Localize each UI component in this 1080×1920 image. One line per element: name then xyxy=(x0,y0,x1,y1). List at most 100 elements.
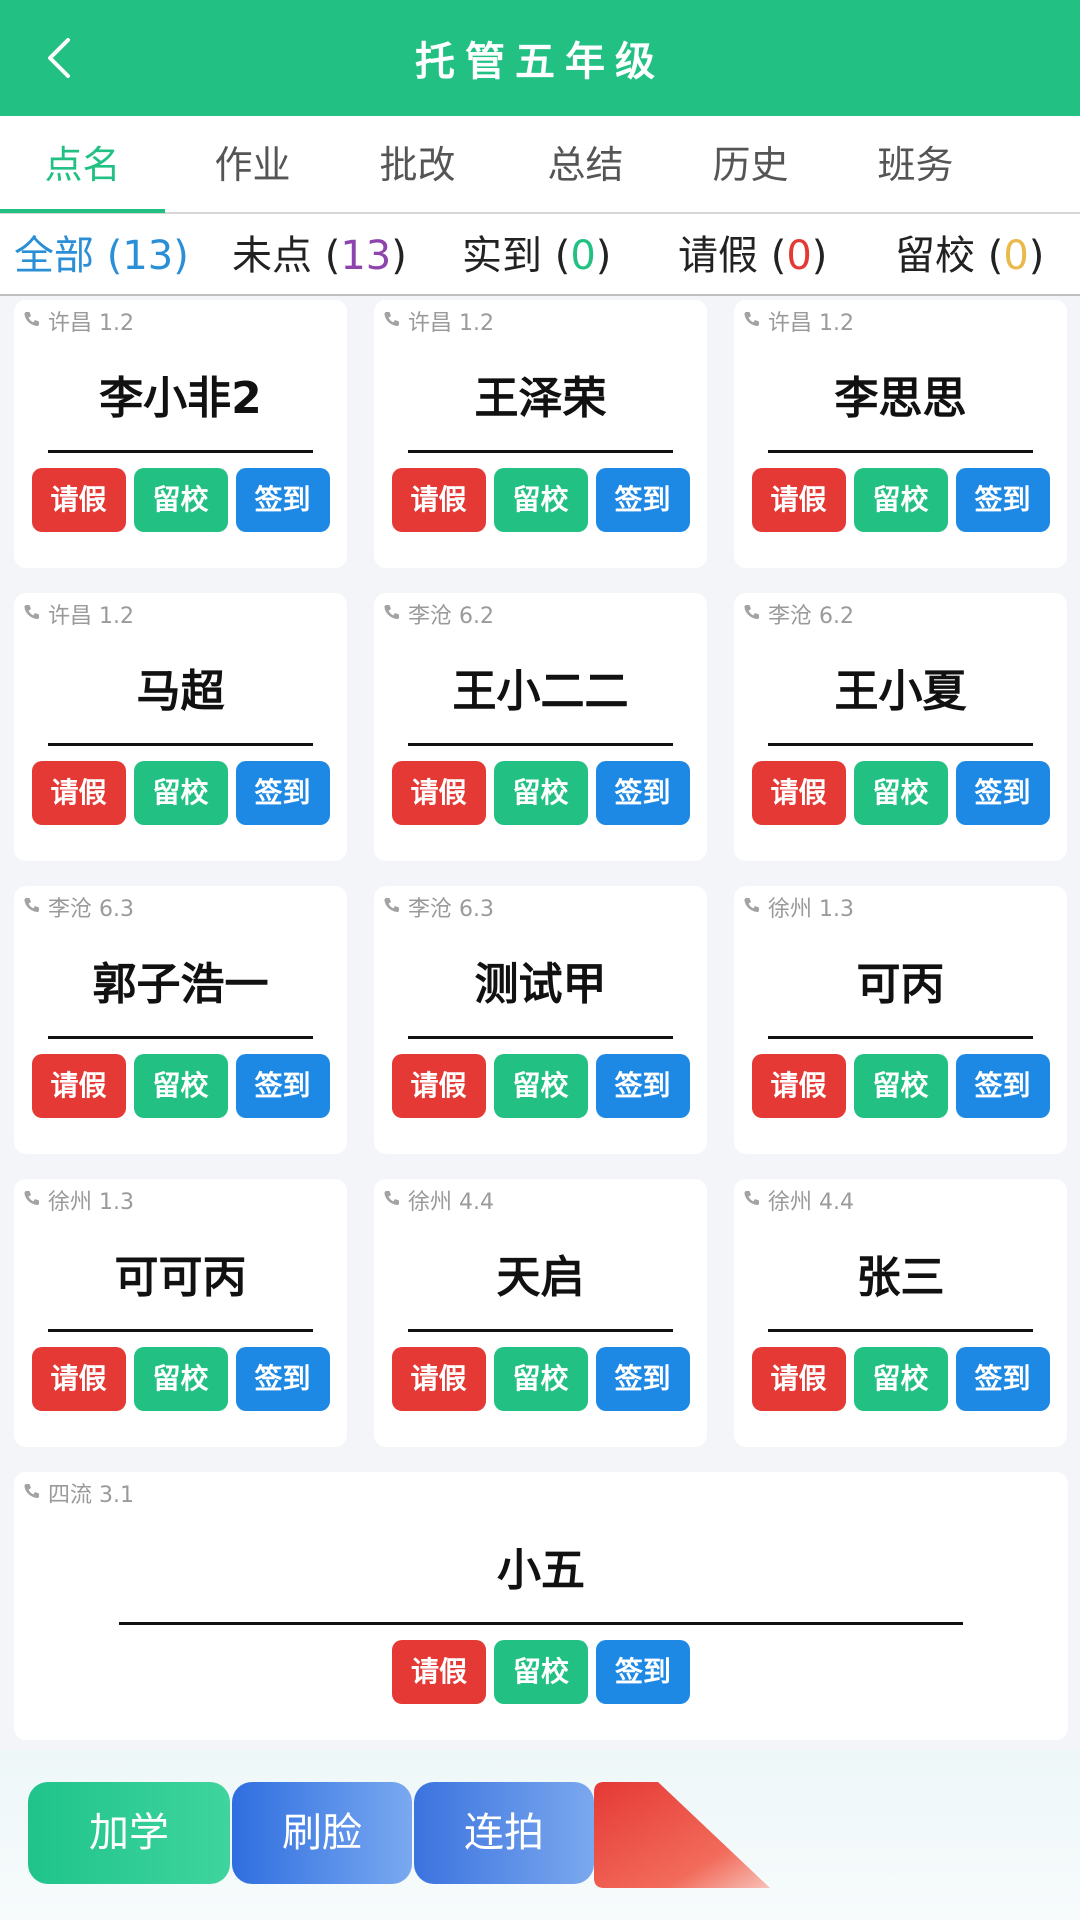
filter-all[interactable]: 全部 (13) xyxy=(14,214,189,294)
leave-button[interactable]: 请假 xyxy=(392,1640,486,1704)
leave-button[interactable]: 请假 xyxy=(31,1054,126,1118)
stay-button[interactable]: 留校 xyxy=(853,761,948,825)
student-name: 马超 xyxy=(136,666,225,717)
action-buttons: 请假 留校 签到 xyxy=(374,1347,707,1411)
action-buttons: 请假 留校 签到 xyxy=(734,1054,1067,1118)
phone-contact[interactable]: 李沧 6.2 xyxy=(740,599,854,629)
sign-in-button[interactable]: 签到 xyxy=(595,1347,690,1411)
sign-in-button[interactable]: 签到 xyxy=(955,761,1050,825)
student-card: 许昌 1.2 李思思 请假 留校 签到 xyxy=(734,300,1067,568)
tab-summary[interactable]: 总结 xyxy=(503,116,668,212)
phone-icon xyxy=(24,1484,39,1499)
phone-contact[interactable]: 四流 3.1 xyxy=(20,1478,134,1508)
sign-in-button[interactable]: 签到 xyxy=(596,1640,690,1704)
stay-button[interactable]: 留校 xyxy=(494,1640,588,1704)
leave-button[interactable]: 请假 xyxy=(751,468,846,532)
action-buttons: 请假 留校 签到 xyxy=(734,761,1067,825)
tab-history[interactable]: 历史 xyxy=(668,116,833,212)
student-location: 许昌 1.2 xyxy=(768,311,854,336)
stay-button[interactable]: 留校 xyxy=(133,761,228,825)
sign-in-button[interactable]: 签到 xyxy=(955,1347,1050,1411)
action-buttons: 请假 留校 签到 xyxy=(14,1054,347,1118)
phone-icon xyxy=(24,898,39,913)
tab-class-affairs[interactable]: 班务 xyxy=(833,116,998,212)
leave-button[interactable]: 请假 xyxy=(391,761,486,825)
leave-button[interactable]: 请假 xyxy=(31,761,126,825)
student-name: 可丙 xyxy=(856,959,945,1010)
leave-button[interactable]: 请假 xyxy=(751,1347,846,1411)
student-name: 郭子浩一 xyxy=(92,959,269,1010)
leave-button[interactable]: 请假 xyxy=(391,1054,486,1118)
phone-icon xyxy=(384,605,399,620)
student-name: 天启 xyxy=(496,1252,585,1303)
red-action-button[interactable] xyxy=(594,1778,794,1890)
filter-leave[interactable]: 请假 (0) xyxy=(678,214,827,294)
phone-contact[interactable]: 李沧 6.3 xyxy=(380,892,494,922)
sign-in-button[interactable]: 签到 xyxy=(235,468,330,532)
phone-contact[interactable]: 许昌 1.2 xyxy=(740,306,854,336)
sign-in-button[interactable]: 签到 xyxy=(235,1347,330,1411)
stay-button[interactable]: 留校 xyxy=(493,761,588,825)
filter-present[interactable]: 实到 (0) xyxy=(462,214,611,294)
phone-contact[interactable]: 徐州 4.4 xyxy=(740,1185,854,1215)
sign-in-button[interactable]: 签到 xyxy=(595,1054,690,1118)
student-card: 李沧 6.2 王小夏 请假 留校 签到 xyxy=(734,593,1067,861)
sign-in-button[interactable]: 签到 xyxy=(955,1054,1050,1118)
stay-button[interactable]: 留校 xyxy=(853,1347,948,1411)
tab-grading[interactable]: 批改 xyxy=(335,116,500,212)
student-location: 徐州 4.4 xyxy=(408,1190,494,1215)
student-location: 许昌 1.2 xyxy=(48,311,134,336)
phone-contact[interactable]: 徐州 1.3 xyxy=(740,892,854,922)
phone-contact[interactable]: 徐州 1.3 xyxy=(20,1185,134,1215)
divider xyxy=(408,450,673,453)
leave-button[interactable]: 请假 xyxy=(31,468,126,532)
phone-contact[interactable]: 李沧 6.2 xyxy=(380,599,494,629)
active-tab-indicator xyxy=(0,209,165,213)
divider xyxy=(119,1622,963,1625)
student-card: 徐州 1.3 可丙 请假 留校 签到 xyxy=(734,886,1067,1154)
stay-button[interactable]: 留校 xyxy=(493,468,588,532)
action-buttons: 请假 留校 签到 xyxy=(734,1347,1067,1411)
stay-button[interactable]: 留校 xyxy=(133,1054,228,1118)
sign-in-button[interactable]: 签到 xyxy=(595,761,690,825)
phone-contact[interactable]: 许昌 1.2 xyxy=(20,306,134,336)
phone-contact[interactable]: 许昌 1.2 xyxy=(20,599,134,629)
sign-in-button[interactable]: 签到 xyxy=(955,468,1050,532)
filter-stay[interactable]: 留校 (0) xyxy=(895,214,1044,294)
sign-in-button[interactable]: 签到 xyxy=(235,761,330,825)
student-name: 张三 xyxy=(856,1252,945,1303)
filter-count: 0 xyxy=(570,233,596,279)
sign-in-button[interactable]: 签到 xyxy=(595,468,690,532)
filter-unmarked[interactable]: 未点 (13) xyxy=(232,214,407,294)
status-filter-bar: 全部 (13) 未点 (13) 实到 (0) 请假 (0) 留校 (0) xyxy=(0,214,1080,296)
student-card: 许昌 1.2 王泽荣 请假 留校 签到 xyxy=(374,300,707,568)
tab-homework[interactable]: 作业 xyxy=(170,116,335,212)
stay-button[interactable]: 留校 xyxy=(853,468,948,532)
divider xyxy=(768,1036,1033,1039)
stay-button[interactable]: 留校 xyxy=(493,1054,588,1118)
divider xyxy=(48,1036,313,1039)
leave-button[interactable]: 请假 xyxy=(751,761,846,825)
sign-in-button[interactable]: 签到 xyxy=(235,1054,330,1118)
action-buttons: 请假 留校 签到 xyxy=(374,761,707,825)
tab-rollcall[interactable]: 点名 xyxy=(0,116,165,212)
student-card: 李沧 6.3 测试甲 请假 留校 签到 xyxy=(374,886,707,1154)
action-buttons: 请假 留校 签到 xyxy=(14,1640,1068,1704)
phone-icon xyxy=(24,605,39,620)
leave-button[interactable]: 请假 xyxy=(391,468,486,532)
phone-contact[interactable]: 徐州 4.4 xyxy=(380,1185,494,1215)
stay-button[interactable]: 留校 xyxy=(133,1347,228,1411)
phone-contact[interactable]: 李沧 6.3 xyxy=(20,892,134,922)
stay-button[interactable]: 留校 xyxy=(133,468,228,532)
face-scan-button[interactable]: 刷脸 xyxy=(232,1782,412,1884)
leave-button[interactable]: 请假 xyxy=(391,1347,486,1411)
add-student-button[interactable]: 加学 xyxy=(28,1782,230,1884)
leave-button[interactable]: 请假 xyxy=(751,1054,846,1118)
stay-button[interactable]: 留校 xyxy=(853,1054,948,1118)
leave-button[interactable]: 请假 xyxy=(31,1347,126,1411)
student-location: 徐州 1.3 xyxy=(48,1190,134,1215)
stay-button[interactable]: 留校 xyxy=(493,1347,588,1411)
burst-photo-button[interactable]: 连拍 xyxy=(414,1782,594,1884)
phone-contact[interactable]: 许昌 1.2 xyxy=(380,306,494,336)
student-location: 李沧 6.2 xyxy=(768,604,854,629)
